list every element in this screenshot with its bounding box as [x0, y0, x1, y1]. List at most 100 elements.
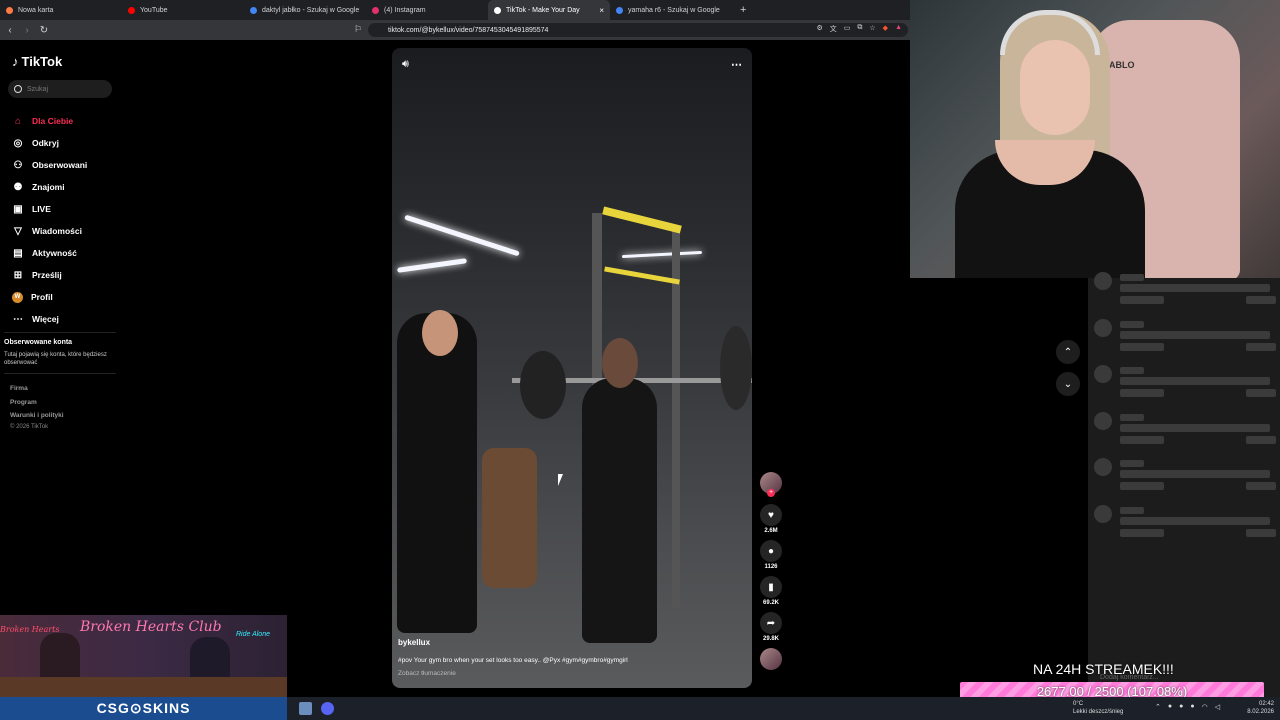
- sidebar-item-label: Odkryj: [32, 138, 59, 148]
- comment-button[interactable]: ●: [760, 540, 782, 562]
- bookmark-icon[interactable]: ⚐: [354, 24, 362, 35]
- tab-title: YouTube: [140, 6, 168, 14]
- sidebar-item-more[interactable]: ⋯ Więcej: [12, 308, 87, 330]
- skeleton-bar: [1246, 296, 1276, 304]
- broken-hearts-club-banner: Broken Hearts Broken Hearts Club Ride Al…: [0, 615, 287, 697]
- tiktok-logo[interactable]: ♪ TikTok: [12, 54, 62, 69]
- comment-skeleton-row: [1094, 365, 1278, 405]
- search-input[interactable]: Szukaj: [8, 80, 112, 98]
- system-tray: ⌃ ● ● ● ◠ ◁: [1155, 703, 1220, 711]
- sidebar-divider: [4, 373, 116, 374]
- like-button[interactable]: ♥: [760, 504, 782, 526]
- site-settings-icon[interactable]: ⚙: [816, 24, 822, 34]
- new-tab-button[interactable]: +: [740, 4, 746, 16]
- volume-icon[interactable]: ◁: [1215, 703, 1220, 711]
- ceiling-light: [621, 250, 703, 259]
- browser-tab[interactable]: yamaha r6 - Szukaj w Google: [610, 0, 732, 20]
- neon-sign-right: Ride Alone: [236, 631, 270, 638]
- activity-icon: ▤: [13, 247, 23, 259]
- sponsor-banner[interactable]: CSG⊙SKINS: [0, 697, 287, 720]
- browser-tab[interactable]: TikTok - Make Your Day ×: [488, 0, 610, 20]
- translate-icon[interactable]: 文: [830, 24, 837, 34]
- footer-link-program[interactable]: Program: [10, 399, 64, 413]
- browser-toolbar: ‹ › ↻ ⚐ tiktok.com/@bykellux/video/75874…: [0, 20, 910, 40]
- tab-title: TikTok - Make Your Day: [506, 6, 580, 14]
- browser-tab[interactable]: Nowa karta: [0, 0, 122, 20]
- video-player[interactable]: 🔊︎ ⋯ bykellux #pov Your gym bro when you…: [392, 48, 752, 688]
- see-translation-link[interactable]: Zobacz tłumaczenie: [398, 670, 456, 677]
- footer-link-company[interactable]: Firma: [10, 385, 64, 399]
- save-button[interactable]: ▮: [760, 576, 782, 598]
- browser-tab[interactable]: (4) Instagram: [366, 0, 488, 20]
- discord-icon[interactable]: [321, 702, 334, 715]
- sidebar-divider: [4, 332, 116, 333]
- weight-plate: [720, 326, 752, 410]
- messages-icon: ▽: [14, 225, 22, 237]
- author-avatar[interactable]: +: [760, 472, 782, 497]
- bookmark-star-icon[interactable]: ☆: [869, 24, 875, 34]
- chevron-up-icon: ⌃: [1063, 346, 1073, 358]
- cast-icon[interactable]: ▭: [844, 24, 851, 34]
- sidebar-item-activity[interactable]: ▤ Aktywność: [12, 242, 87, 264]
- skeleton-bar: [1120, 320, 1144, 328]
- weather-text: Lekki deszcz/śnieg: [1073, 709, 1124, 715]
- comment-skeleton-row: [1094, 411, 1278, 452]
- save-count: 69.2K: [762, 600, 779, 606]
- volume-icon[interactable]: 🔊︎: [402, 58, 409, 71]
- browser-tab[interactable]: daktyl jabłko - Szukaj w Google: [244, 0, 366, 20]
- skeleton-bar: [1246, 342, 1276, 351]
- forward-icon[interactable]: ›: [20, 25, 34, 36]
- wifi-icon[interactable]: ◠: [1202, 703, 1208, 711]
- share-button[interactable]: ➦: [760, 612, 782, 634]
- tab-favicon-icon: [250, 6, 257, 14]
- browser-tab-strip: Nowa karta YouTube daktyl jabłko - Szukaj …: [0, 0, 910, 20]
- sidebar-item-live[interactable]: ▣ LIVE: [12, 198, 87, 220]
- browser-tab[interactable]: YouTube: [122, 0, 244, 20]
- tray-app-icon[interactable]: ●: [1179, 703, 1183, 711]
- close-tab-icon[interactable]: ×: [599, 6, 604, 15]
- sidebar-item-home[interactable]: ⌂ Dla Ciebie: [12, 110, 87, 132]
- sidebar-item-friends[interactable]: ⚉ Znajomi: [12, 176, 87, 198]
- rack-bar: [602, 206, 682, 234]
- upload-icon: ⊞: [13, 269, 23, 281]
- music-disc[interactable]: [760, 648, 782, 670]
- back-icon[interactable]: ‹: [3, 25, 17, 36]
- weather-widget[interactable]: 0°C Lekki deszcz/śnieg: [1073, 700, 1123, 716]
- tray-chevron-icon[interactable]: ⌃: [1155, 703, 1161, 711]
- sidebar-item-compass[interactable]: ◎ Odkryj: [12, 132, 87, 154]
- file-explorer-icon[interactable]: [299, 702, 312, 715]
- taskbar-clock[interactable]: 02:42 8.02.2026: [1247, 700, 1274, 716]
- tray-app-icon[interactable]: ●: [1168, 703, 1172, 711]
- reload-icon[interactable]: ↻: [37, 25, 51, 36]
- sidebar-menu: ⌂ Dla Ciebie ◎ Odkryj ⚇ Obserwowani ⚉ Znajomi ▣ L…: [12, 110, 87, 330]
- profile-icon: W: [12, 291, 23, 303]
- live-icon: ▣: [13, 203, 23, 215]
- more-options-icon[interactable]: ⋯: [731, 58, 742, 71]
- sidebar-item-upload[interactable]: ⊞ Prześlij: [12, 264, 87, 286]
- weather-temp: 0°C: [1073, 701, 1084, 707]
- brave-shield-icon[interactable]: ◆: [883, 24, 888, 34]
- video-author[interactable]: bykellux: [398, 638, 430, 647]
- sidebar-item-messages[interactable]: ▽ Wiadomości: [12, 220, 87, 242]
- skeleton-bar: [1120, 296, 1164, 304]
- sidebar-item-follow[interactable]: ⚇ Obserwowani: [12, 154, 88, 176]
- follow-plus-icon[interactable]: +: [767, 489, 775, 497]
- sidebar-item-profile[interactable]: W Profil: [12, 286, 87, 308]
- tray-app-icon[interactable]: ●: [1190, 703, 1194, 711]
- skeleton-bar: [1246, 528, 1276, 537]
- tab-title: daktyl jabłko - Szukaj w Google: [262, 6, 360, 14]
- video-action-rail: + ♥ 2.6M ● 1126 ▮ 69.2K ➦ 29.8K: [760, 472, 784, 670]
- woman-head: [602, 338, 638, 388]
- brave-rewards-icon[interactable]: ▲: [895, 24, 902, 34]
- share-count: 29.8K: [762, 636, 779, 642]
- next-video-button[interactable]: ⌄: [1056, 372, 1080, 396]
- background-person: [482, 448, 537, 588]
- comment-avatar: [1094, 365, 1112, 383]
- screenshot-icon[interactable]: ⧉: [857, 24, 862, 34]
- bookmark-icon: ▮: [768, 581, 774, 593]
- bar-counter: [0, 677, 287, 697]
- skeleton-bar: [1120, 460, 1144, 467]
- previous-video-button[interactable]: ⌃: [1056, 340, 1080, 364]
- skeleton-bar: [1120, 423, 1270, 432]
- extension-icons: ⚙ 文 ▭ ⧉ ☆ ◆ ▲: [816, 24, 902, 34]
